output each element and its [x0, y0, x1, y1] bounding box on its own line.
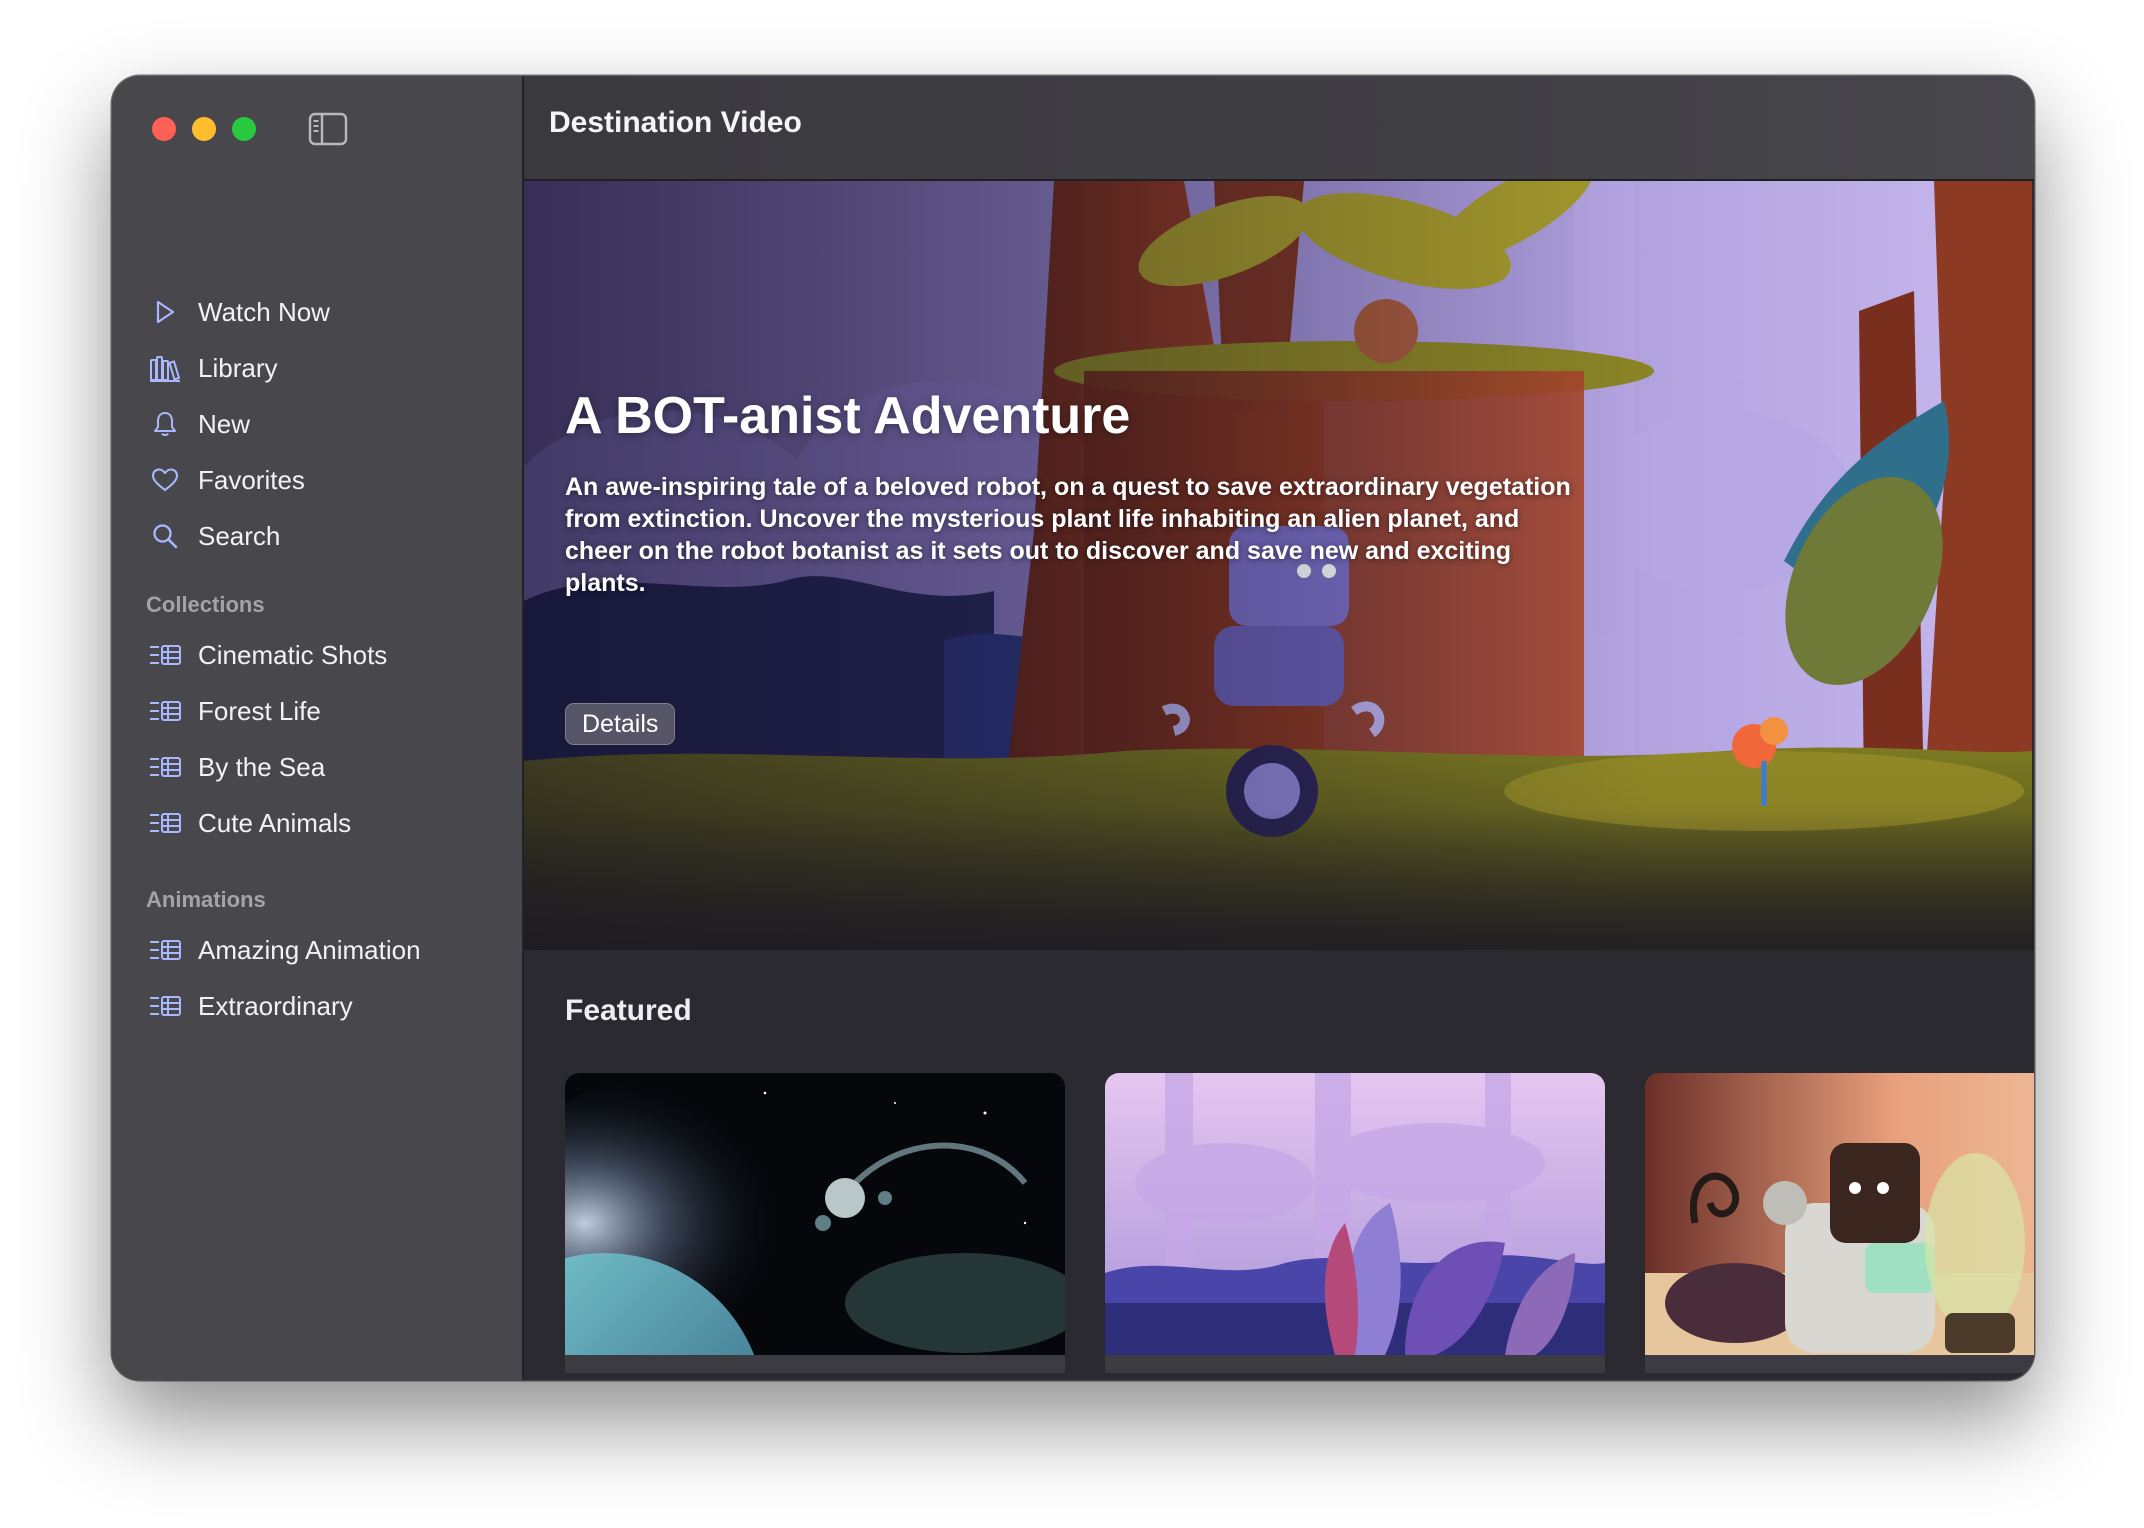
film-list-icon: [148, 991, 182, 1021]
collections-section-title: Collections: [146, 592, 265, 617]
sidebar-item-label: Cinematic Shots: [198, 639, 388, 670]
animations-section-title: Animations: [146, 887, 266, 912]
hero-banner: A BOT-anist Adventure An awe-inspiring t…: [524, 181, 2034, 950]
film-list-icon: [148, 808, 182, 838]
sidebar-item-label: Favorites: [198, 464, 305, 495]
sidebar-item-label: Forest Life: [198, 695, 321, 726]
film-list-icon: [148, 696, 182, 726]
sidebar-toggle-icon[interactable]: [308, 111, 348, 147]
sidebar-item-by-the-sea[interactable]: By the Sea: [148, 739, 506, 795]
sidebar-item-label: Search: [198, 520, 281, 551]
sidebar-item-watch-now[interactable]: Watch Now: [148, 284, 506, 340]
sidebar-item-cinematic-shots[interactable]: Cinematic Shots: [148, 627, 506, 683]
sidebar-item-label: Library: [198, 352, 278, 383]
magnifier-icon: [148, 521, 182, 551]
title-bar: Destination Video: [524, 76, 2034, 181]
app-title: Destination Video: [549, 106, 802, 139]
hero-description: An awe-inspiring tale of a beloved robot…: [565, 473, 1571, 597]
sidebar-item-label: Watch Now: [198, 296, 330, 327]
close-window-button[interactable]: [152, 117, 176, 141]
featured-section-title: Featured: [565, 994, 692, 1027]
sidebar-item-forest-life[interactable]: Forest Life: [148, 683, 506, 739]
minimize-window-button[interactable]: [192, 117, 216, 141]
sidebar-item-cute-animals[interactable]: Cute Animals: [148, 795, 506, 851]
window-controls: [152, 117, 256, 141]
library-books-icon: [148, 353, 182, 383]
sidebar-item-favorites[interactable]: Favorites: [148, 452, 506, 508]
play-icon: [148, 297, 182, 327]
sidebar-item-amazing-animation[interactable]: Amazing Animation: [148, 922, 506, 978]
sidebar-item-label: Cute Animals: [198, 807, 352, 838]
featured-card-space[interactable]: [565, 1073, 1065, 1373]
heart-icon: [148, 465, 182, 495]
featured-card-forest[interactable]: [1105, 1073, 1605, 1373]
sidebar-item-label: New: [198, 408, 251, 439]
film-list-icon: [148, 640, 182, 670]
featured-card-lab[interactable]: [1645, 1073, 2034, 1373]
sidebar-item-library[interactable]: Library: [148, 340, 506, 396]
featured-row: [565, 1073, 2034, 1373]
space-planet-robot-thumbnail: [565, 1073, 1065, 1355]
robot-lab-plant-thumbnail: [1645, 1073, 2034, 1355]
film-list-icon: [148, 935, 182, 965]
app-window: Watch Now Library New Favorites Search C…: [112, 76, 2034, 1380]
sidebar-item-label: Extraordinary: [198, 990, 353, 1021]
sidebar-nav: Watch Now Library New Favorites Search C…: [146, 284, 506, 1034]
purple-forest-plants-thumbnail: [1105, 1073, 1605, 1355]
main-content: Destination Video A BOT-anist Adventure …: [524, 76, 2034, 1380]
bell-icon: [148, 409, 182, 439]
sidebar-item-search[interactable]: Search: [148, 508, 506, 564]
sidebar: Watch Now Library New Favorites Search C…: [112, 76, 524, 1380]
hero-fade: [524, 810, 2034, 950]
card-footer: [1645, 1355, 2034, 1373]
film-list-icon: [148, 752, 182, 782]
details-button[interactable]: Details: [565, 703, 676, 745]
sidebar-item-label: Amazing Animation: [198, 934, 421, 965]
card-footer: [565, 1355, 1065, 1373]
sidebar-item-extraordinary[interactable]: Extraordinary: [148, 978, 506, 1034]
sidebar-item-new[interactable]: New: [148, 396, 506, 452]
sidebar-item-label: By the Sea: [198, 751, 326, 782]
hero-title: A BOT-anist Adventure: [565, 387, 1131, 445]
card-footer: [1105, 1355, 1605, 1373]
zoom-window-button[interactable]: [232, 117, 256, 141]
